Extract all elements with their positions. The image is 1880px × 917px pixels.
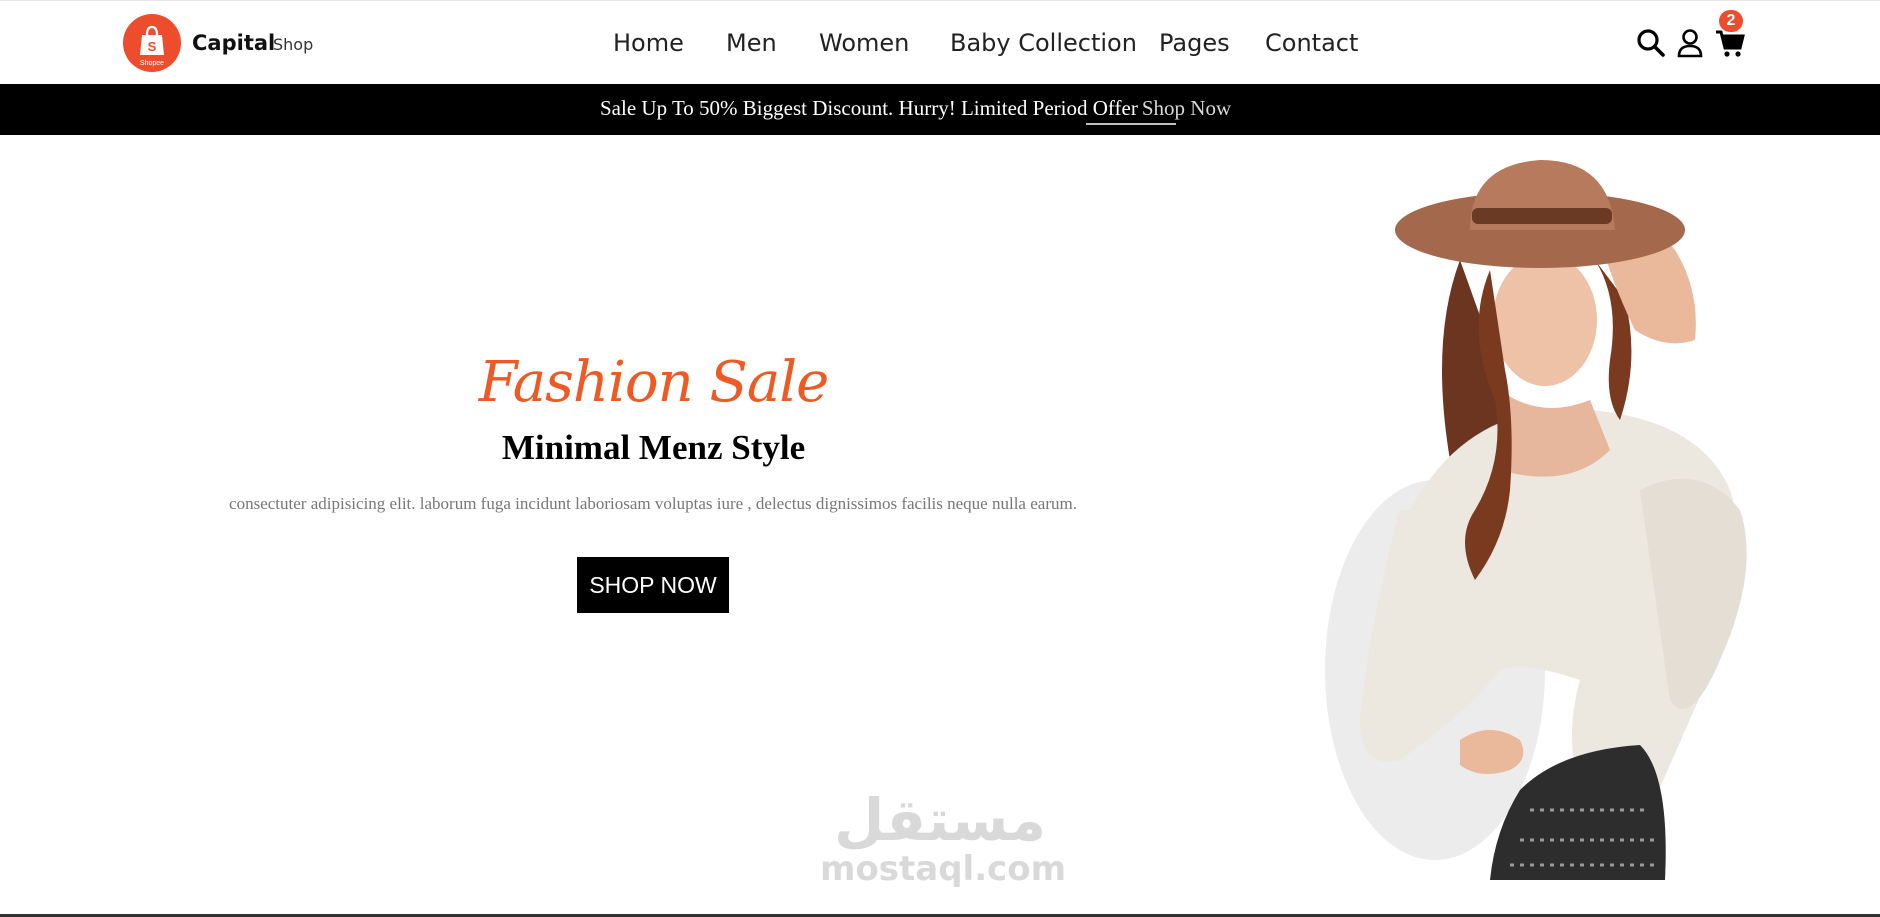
- promo-text: Sale Up To 50% Biggest Discount. Hurry! …: [600, 96, 1138, 120]
- hero-title: Minimal Menz Style: [501, 428, 806, 467]
- nav-item-women[interactable]: Women: [819, 29, 909, 57]
- user-icon[interactable]: [1674, 27, 1706, 59]
- watermark-latin: mostaql.com: [820, 849, 1067, 889]
- logo-text: Shopee: [140, 60, 164, 67]
- promo-underline: [1086, 123, 1176, 125]
- watermark: مستقل mostaql.com: [820, 786, 1067, 889]
- watermark-arabic: مستقل: [833, 786, 1047, 854]
- promo-content: Sale Up To 50% Biggest Discount. Hurry! …: [600, 96, 1231, 121]
- nav-item-contact[interactable]: Contact: [1265, 29, 1358, 57]
- site-header: S Shopee Capital Shop Home Men Women Bab…: [0, 0, 1880, 84]
- nav-item-home[interactable]: Home: [613, 29, 684, 57]
- hero-description: consectuter adipisicing elit. laborum fu…: [229, 494, 1077, 513]
- search-icon[interactable]: [1635, 27, 1667, 59]
- promo-shop-now-link[interactable]: Shop Now: [1142, 96, 1231, 120]
- main-nav: Home Men Women Baby Collection Pages Con…: [0, 29, 1880, 59]
- nav-item-baby-collection[interactable]: Baby Collection: [950, 29, 1137, 57]
- promo-bar: Sale Up To 50% Biggest Discount. Hurry! …: [0, 84, 1880, 135]
- cart-count-badge: 2: [1719, 10, 1743, 32]
- nav-item-pages[interactable]: Pages: [1159, 29, 1230, 57]
- hero-model-image: [1325, 160, 1747, 880]
- shop-now-button[interactable]: SHOP NOW: [577, 557, 729, 613]
- hero-script-title: Fashion Sale: [478, 350, 830, 415]
- nav-item-men[interactable]: Men: [726, 29, 777, 57]
